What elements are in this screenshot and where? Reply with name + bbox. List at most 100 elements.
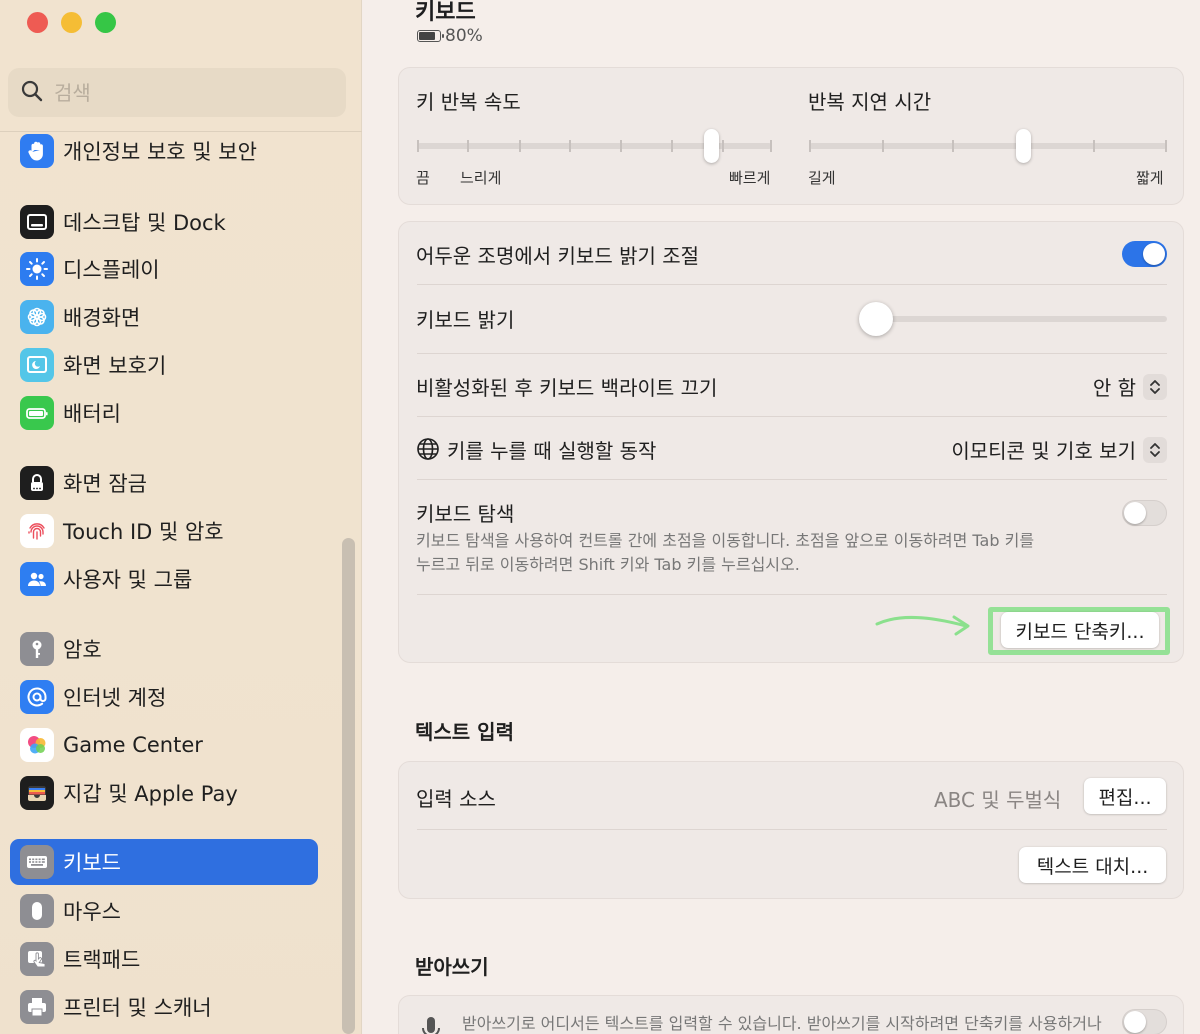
slider-tick [1165, 140, 1167, 152]
sidebar-item-internet-accounts[interactable]: 인터넷 계정 [10, 674, 318, 720]
sidebar-item-label: 화면 잠금 [63, 472, 147, 496]
sidebar-item-passwords[interactable]: 암호 [10, 626, 318, 672]
sidebar-item-touch-id[interactable]: Touch ID 및 암호 [10, 508, 318, 554]
keyboard-navigation-label: 키보드 탐색 [416, 502, 515, 526]
keyboard-brightness-slider[interactable] [859, 302, 1167, 336]
search-field[interactable] [8, 68, 346, 117]
divider [417, 284, 1167, 285]
globe-icon [416, 437, 440, 461]
dictation-toggle[interactable] [1122, 1009, 1167, 1034]
close-window-button[interactable] [27, 12, 48, 33]
key-repeat-slider[interactable] [417, 129, 772, 163]
dock-icon [20, 205, 54, 239]
sidebar-item-privacy[interactable]: 개인정보 보호 및 보안 [10, 128, 318, 174]
battery-icon [20, 396, 54, 430]
keyboard-navigation-description: 키보드 탐색을 사용하여 컨트롤 간에 초점을 이동합니다. 초점을 앞으로 이… [416, 529, 1116, 577]
microphone-icon [421, 1016, 441, 1034]
dictation-panel: 받아쓰기로 어디서든 텍스트를 입력할 수 있습니다. 받아쓰기를 시작하려면 … [398, 995, 1184, 1034]
text-replacements-button[interactable]: 텍스트 대치... [1019, 847, 1166, 883]
sidebar-item-screensaver[interactable]: 화면 보호기 [10, 342, 318, 388]
sidebar-item-displays[interactable]: 디스플레이 [10, 246, 318, 292]
key-repeat-panel: 키 반복 속도 끔 느리게 빠르게 반복 지연 시간 길게 짧게 [398, 67, 1184, 205]
sidebar-item-wallet[interactable]: 지갑 및 Apple Pay [10, 770, 318, 816]
sun-icon [20, 252, 54, 286]
brightness-slider-knob[interactable] [859, 302, 893, 336]
printer-icon [20, 990, 54, 1024]
search-icon [20, 79, 44, 107]
divider [417, 479, 1167, 480]
sidebar-item-users-groups[interactable]: 사용자 및 그룹 [10, 556, 318, 602]
slider-tick [722, 140, 724, 152]
auto-brightness-toggle[interactable] [1122, 241, 1167, 267]
slider-tick [467, 140, 469, 152]
fingerprint-icon [20, 514, 54, 548]
zoom-window-button[interactable] [95, 12, 116, 33]
edit-input-sources-button[interactable]: 편집... [1084, 778, 1166, 814]
description-line: 누르고 뒤로 이동하려면 Shift 키와 Tab 키를 누르십시오. [416, 555, 800, 574]
delay-until-repeat-label: 반복 지연 시간 [808, 90, 932, 114]
key-repeat-slider-knob[interactable] [704, 129, 720, 163]
sidebar-item-lock-screen[interactable]: 화면 잠금 [10, 460, 318, 506]
keyboard-icon [20, 845, 54, 879]
dictation-description: 받아쓰기로 어디서든 텍스트를 입력할 수 있습니다. 받아쓰기를 시작하려면 … [462, 1014, 1102, 1033]
sidebar-item-label: 배터리 [63, 402, 121, 426]
auto-brightness-label: 어두운 조명에서 키보드 밝기 조절 [416, 244, 700, 268]
sidebar-item-label: 인터넷 계정 [63, 686, 167, 710]
text-input-panel: 입력 소스 ABC 및 두벌식 편집... 텍스트 대치... [398, 761, 1184, 899]
at-icon [20, 680, 54, 714]
sidebar-item-mouse[interactable]: 마우스 [10, 888, 318, 934]
battery-status: 80% [417, 26, 483, 46]
delay-long-label: 길게 [808, 169, 836, 187]
keyboard-navigation-toggle[interactable] [1122, 500, 1167, 526]
sidebar-item-label: 데스크탑 및 Dock [63, 211, 226, 235]
globe-key-popup[interactable]: 이모티콘 및 기호 보기 [951, 435, 1167, 464]
sidebar-item-desktop-dock[interactable]: 데스크탑 및 Dock [10, 199, 318, 245]
sidebar-item-label: 마우스 [63, 900, 121, 924]
keyboard-shortcuts-button[interactable]: 키보드 단축키... [1001, 612, 1159, 648]
sidebar-item-label: 개인정보 보호 및 보안 [63, 140, 257, 164]
sidebar-item-keyboard[interactable]: 키보드 [10, 839, 318, 885]
divider [417, 353, 1167, 354]
delay-short-label: 짧게 [1136, 169, 1164, 187]
sidebar-item-label: 트랙패드 [63, 948, 141, 972]
sidebar-scrollbar[interactable] [342, 538, 355, 1034]
slider-tick [770, 140, 772, 152]
sidebar-item-label: 키보드 [63, 851, 121, 875]
text-input-section-title: 텍스트 입력 [415, 720, 514, 744]
slider-tick [952, 140, 954, 152]
sidebar-item-game-center[interactable]: Game Center [10, 722, 318, 768]
sidebar-item-label: Game Center [63, 733, 203, 757]
backlight-off-popup[interactable]: 안 함 [1093, 372, 1167, 401]
input-sources-value: ABC 및 두벌식 [934, 788, 1062, 812]
sidebar-item-label: Touch ID 및 암호 [63, 520, 224, 544]
key-repeat-fast-label: 빠르게 [729, 169, 771, 187]
search-input[interactable] [54, 80, 314, 105]
delay-slider-knob[interactable] [1016, 129, 1032, 163]
delay-until-repeat-slider[interactable] [809, 129, 1167, 163]
sidebar-item-battery[interactable]: 배터리 [10, 390, 318, 436]
minimize-window-button[interactable] [61, 12, 82, 33]
chevron-up-down-icon [1143, 436, 1167, 463]
sidebar-item-trackpad[interactable]: 트랙패드 [10, 936, 318, 982]
input-sources-label: 입력 소스 [416, 787, 496, 811]
sidebar-item-label: 암호 [63, 638, 102, 662]
flower-icon [20, 300, 54, 334]
divider [417, 416, 1167, 417]
sidebar-item-label: 화면 보호기 [63, 354, 167, 378]
battery-percentage: 80% [445, 26, 483, 46]
key-repeat-label: 키 반복 속도 [416, 90, 521, 114]
sidebar-item-printers[interactable]: 프린터 및 스캐너 [10, 984, 318, 1030]
slider-tick [1093, 140, 1095, 152]
battery-level-icon [417, 30, 444, 42]
main-content: 키보드 80% 키 반복 속도 끔 느리게 빠르게 반복 지연 시간 길게 짧게… [363, 0, 1200, 1034]
sidebar-item-label: 디스플레이 [63, 258, 160, 282]
backlight-off-value: 안 함 [1092, 376, 1136, 400]
key-repeat-slow-label: 느리게 [460, 169, 502, 187]
globe-key-value: 이모티콘 및 기호 보기 [951, 439, 1136, 463]
slider-tick [882, 140, 884, 152]
sidebar-item-wallpaper[interactable]: 배경화면 [10, 294, 318, 340]
sidebar-item-label: 배경화면 [63, 306, 141, 330]
slider-tick [620, 140, 622, 152]
slider-tick [809, 140, 811, 152]
slider-tick [417, 140, 419, 152]
